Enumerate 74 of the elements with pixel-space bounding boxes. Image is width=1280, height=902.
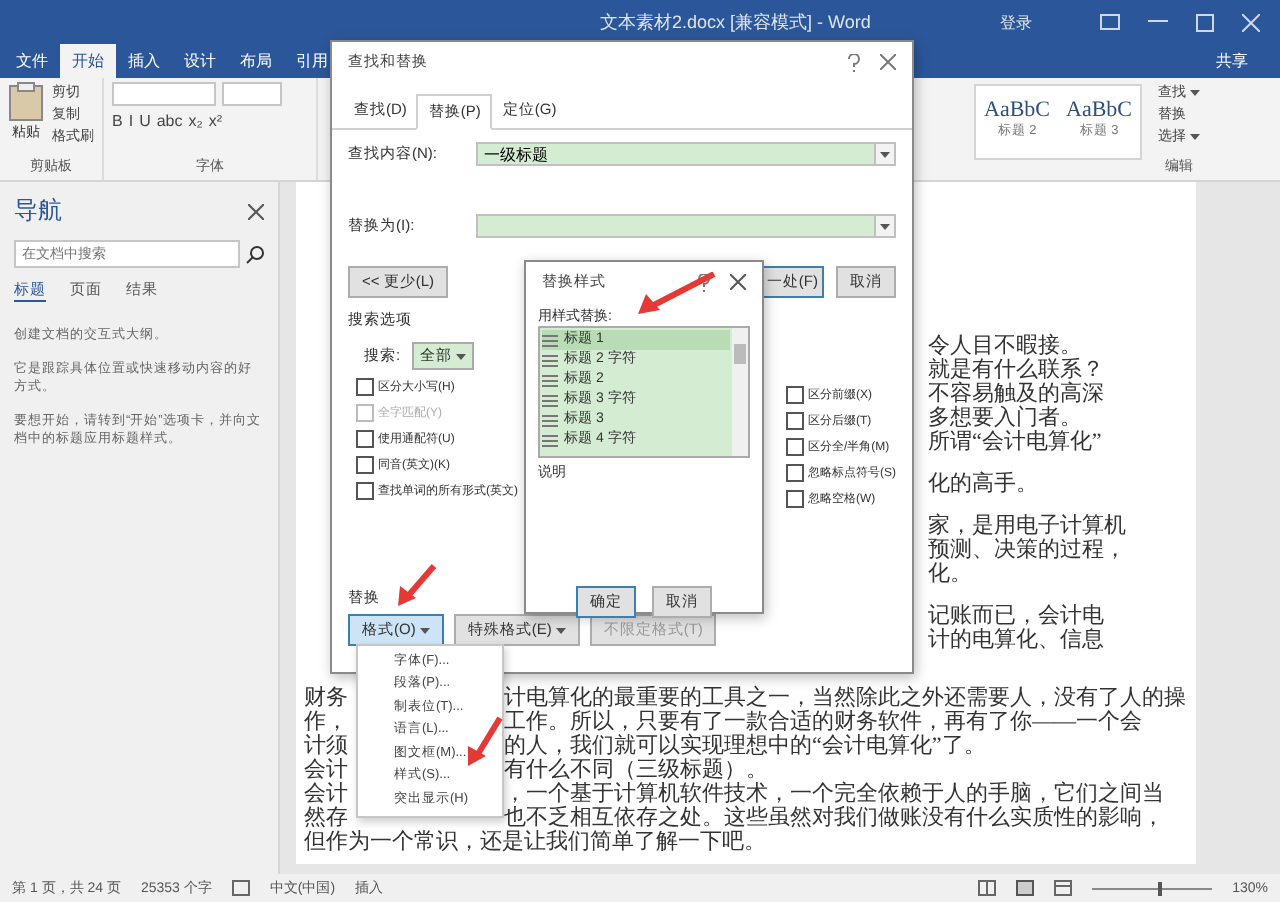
document-text: 有什么不同（三级标题）。 [504, 758, 768, 782]
document-text: 会计 [304, 782, 348, 806]
close-icon[interactable] [730, 274, 746, 290]
annotation-arrow [466, 716, 502, 768]
document-text: 家，是用电子计算机 [928, 514, 1126, 538]
window-title: 文本素材2.docx [兼容模式] - Word [600, 9, 871, 35]
format-button[interactable]: abc [156, 112, 183, 130]
format-button[interactable]: I [128, 112, 134, 130]
paragraph-style-icon [542, 333, 558, 347]
proofing-icon[interactable] [231, 880, 250, 896]
paragraph-style-icon [542, 433, 558, 447]
help-icon[interactable] [698, 273, 710, 291]
document-text: 就是有什么联系？ [928, 358, 1104, 382]
ribbon-tab[interactable]: 布局 [228, 44, 284, 78]
format-button[interactable]: x² [208, 112, 223, 130]
ribbon-tab[interactable]: 设计 [172, 44, 228, 78]
caret-icon [1190, 133, 1200, 140]
document-text: ，一个基于计算机软件技术，一个完全依赖于人的手脑，它们之间当 [504, 782, 1164, 806]
font-size-field[interactable] [222, 82, 282, 106]
caret-icon [880, 223, 890, 229]
caret-icon [419, 627, 430, 634]
minimize-icon[interactable] [1148, 20, 1168, 24]
ribbon-tab[interactable]: 开始 [60, 44, 116, 78]
close-icon[interactable] [880, 54, 896, 70]
ribbon-tab[interactable]: 文件 [4, 44, 60, 78]
document-text: 多想要入门者。 [928, 406, 1082, 430]
document-text: 化。 [928, 562, 972, 586]
document-text: 计电算化的最重要的工具之一，当然除此之外还需要人，没有了人的操 [504, 686, 1186, 710]
paragraph-style-icon [542, 353, 558, 367]
document-text: 工作。所以，只要有了一款合适的财务软件，再有了你——一个会 [504, 710, 1142, 734]
document-text: 记账而已，会计电 [928, 604, 1104, 628]
document-text: 化的高手。 [928, 472, 1038, 496]
document-text: 也不乏相互依存之处。这些虽然对我们做账没有什么实质性的影响， [504, 806, 1164, 830]
search-icon[interactable] [246, 245, 264, 263]
document-text: 财务 [304, 686, 348, 710]
annotation-arrow [636, 272, 716, 316]
web-layout-icon[interactable] [1054, 880, 1073, 896]
document-text: 作， [304, 710, 348, 734]
caret-icon [456, 353, 467, 360]
caret-icon [880, 151, 890, 157]
document-text: 但作为一个常识，还是让我们简单了解一下吧。 [304, 830, 766, 854]
format-button[interactable]: B [112, 112, 123, 130]
dropdown-button[interactable] [876, 142, 896, 166]
font-name-field[interactable] [112, 82, 216, 106]
caret-icon [555, 627, 566, 634]
find-field[interactable]: 一级标题 [476, 142, 876, 166]
document-text: 令人目不暇接。 [928, 334, 1082, 358]
format-button[interactable]: U [139, 112, 151, 130]
maximize-icon[interactable] [1196, 13, 1214, 31]
sign-in-link[interactable]: 登录 [1000, 11, 1032, 33]
annotation-arrow [396, 564, 436, 608]
close-icon[interactable] [248, 203, 264, 219]
format-button[interactable]: x₂ [188, 112, 203, 130]
paragraph-style-icon [542, 393, 558, 407]
document-text: 不容易触及的高深 [928, 382, 1104, 406]
document-text: 然存 [304, 806, 348, 830]
read-mode-icon[interactable] [978, 880, 997, 896]
document-text: 计的电算化、信息 [928, 628, 1104, 652]
document-text: 预测、决策的过程， [928, 538, 1126, 562]
document-text: 会计 [304, 758, 348, 782]
scrollbar[interactable] [732, 328, 748, 456]
dropdown-button[interactable] [876, 214, 896, 238]
paragraph-style-icon [542, 373, 558, 387]
document-text: 所谓“会计电算化” [928, 430, 1102, 454]
caret-icon [1190, 89, 1200, 96]
document-text: 计须 [304, 734, 348, 758]
ribbon-tab[interactable]: 插入 [116, 44, 172, 78]
restore-icon[interactable] [1100, 14, 1120, 30]
replace-field[interactable] [476, 214, 876, 238]
paragraph-style-icon [542, 413, 558, 427]
help-icon[interactable] [848, 53, 860, 71]
pane-title: 导航 [14, 194, 62, 228]
document-text: 的人，我们就可以实现理想中的“会计电算化”了。 [504, 734, 986, 758]
print-layout-icon[interactable] [1016, 880, 1035, 896]
